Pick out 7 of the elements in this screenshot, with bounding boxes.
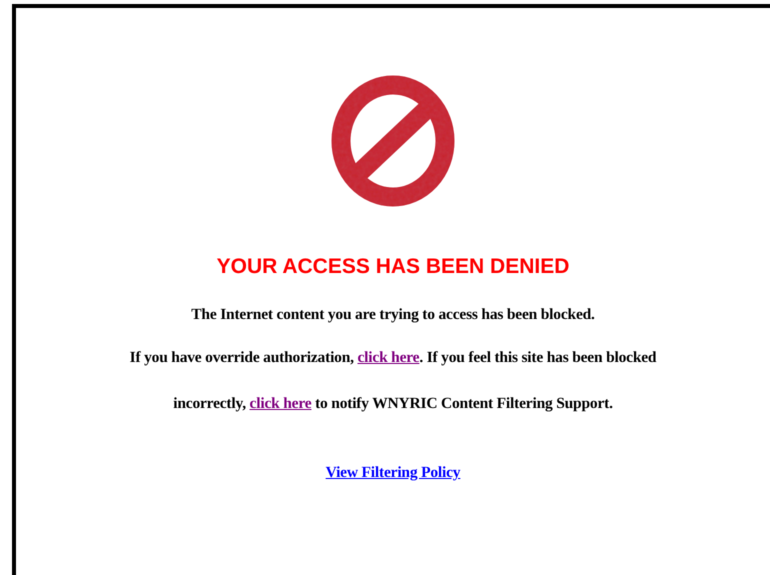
prohibition-icon	[330, 74, 456, 208]
click-here-link[interactable]: click here	[358, 349, 420, 366]
override-paragraph: If you have override authorization, click here. If you feel this site has been blocked incorrectly, click here to notify WNYRIC Content Filtering Support.	[128, 348, 658, 414]
click-here-link[interactable]: click here	[250, 395, 312, 412]
filtering-policy-link[interactable]: View Filtering Policy	[326, 464, 460, 482]
access-denied-heading: YOUR ACCESS HAS BEEN DENIED	[216, 256, 570, 277]
blocked-message: The Internet content you are trying to access has been blocked.	[190, 305, 596, 325]
